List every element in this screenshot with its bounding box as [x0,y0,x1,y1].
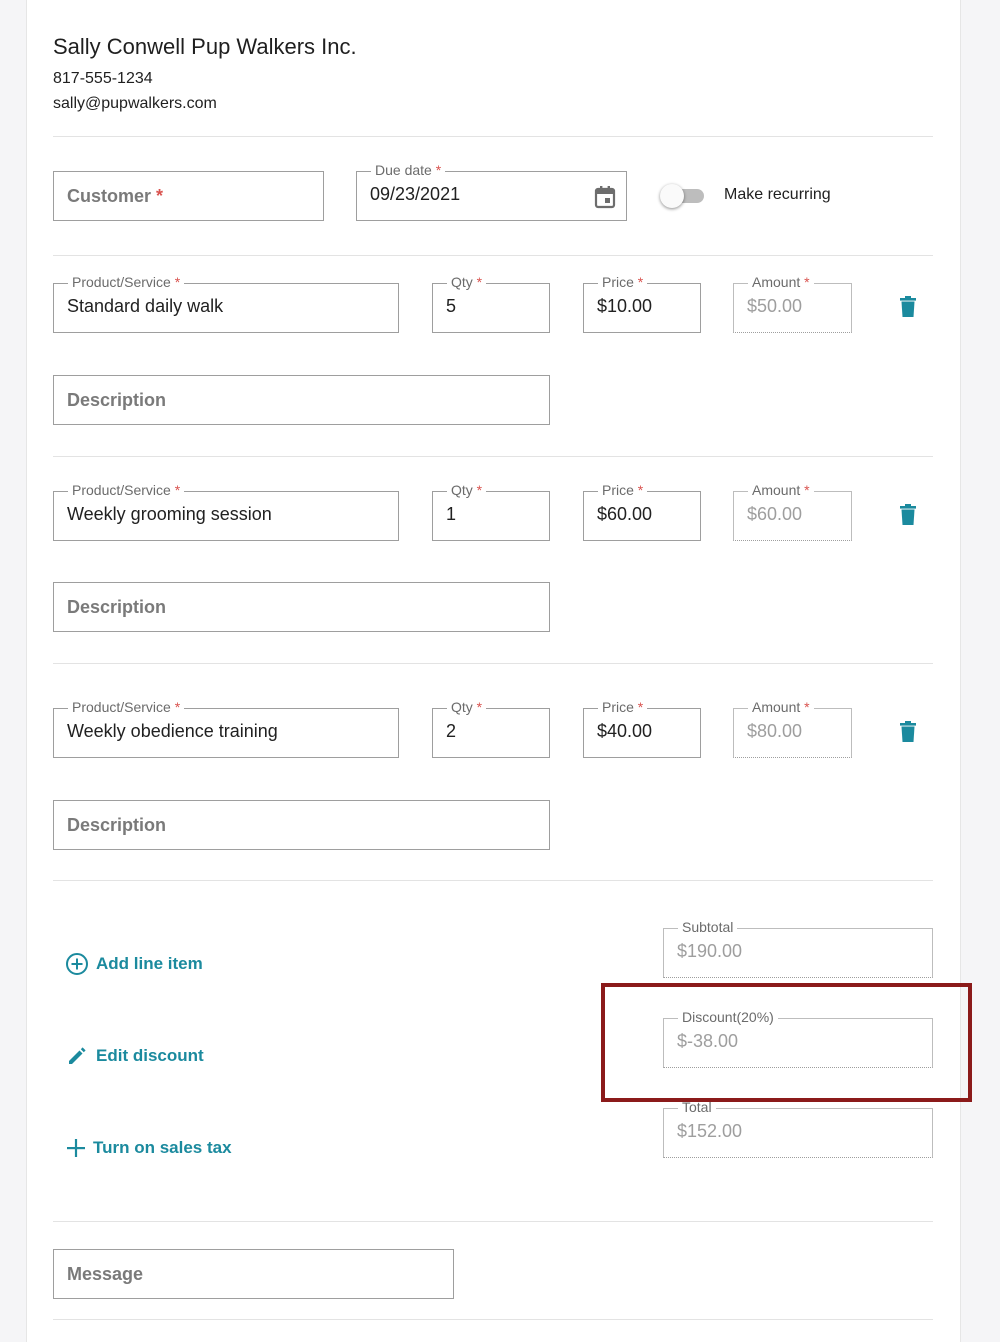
product-input[interactable]: Product/Service * Weekly grooming sessio… [53,482,399,541]
subtotal-value: $190.00 [677,941,743,961]
price-input[interactable]: Price * $40.00 [583,699,701,758]
recurring-toggle[interactable] [660,184,706,208]
calendar-icon[interactable] [594,185,616,209]
qty-value: 2 [446,721,457,741]
message-input[interactable]: Message [53,1249,454,1299]
divider [53,880,933,881]
product-value: Weekly obedience training [67,721,278,741]
total-value: $152.00 [677,1121,743,1141]
subtotal-label: Subtotal [678,919,738,935]
add-line-item-label: Add line item [96,954,203,973]
description-placeholder: Description [67,390,167,410]
recurring-label: Make recurring [724,186,831,203]
price-input[interactable]: Price * $10.00 [583,274,701,333]
product-value: Standard daily walk [67,296,224,316]
amount-field: Amount * $50.00 [733,274,852,333]
qty-input[interactable]: Qty * 5 [432,274,550,333]
add-circle-icon [66,953,88,975]
product-label: Product/Service * [68,482,185,498]
qty-label: Qty * [447,482,487,498]
price-value: $10.00 [597,296,653,316]
due-date-label: Due date * [371,162,446,178]
total-field: Total $152.00 [663,1099,933,1158]
price-value: $60.00 [597,504,653,524]
amount-field: Amount * $80.00 [733,699,852,758]
description-input[interactable]: Description [53,582,550,632]
qty-value: 1 [446,504,457,524]
qty-input[interactable]: Qty * 1 [432,482,550,541]
amount-value: $50.00 [747,296,803,316]
due-date-input[interactable]: Due date * 09/23/2021 [356,162,627,221]
trash-icon[interactable] [899,296,917,318]
description-placeholder: Description [67,815,167,835]
amount-label: Amount * [748,274,814,290]
amount-label: Amount * [748,482,814,498]
product-input[interactable]: Product/Service * Weekly obedience train… [53,699,399,758]
description-input[interactable]: Description [53,800,550,850]
price-label: Price * [598,274,648,290]
product-value: Weekly grooming session [67,504,272,524]
product-label: Product/Service * [68,274,185,290]
price-input[interactable]: Price * $60.00 [583,482,701,541]
due-date-value: 09/23/2021 [370,184,461,204]
amount-field: Amount * $60.00 [733,482,852,541]
business-email: sally@pupwalkers.com [53,95,217,112]
trash-icon[interactable] [899,721,917,743]
discount-highlight-box [601,983,972,1102]
divider [53,1221,933,1222]
divider [53,663,933,664]
edit-discount-label: Edit discount [96,1046,204,1065]
description-placeholder: Description [67,597,167,617]
price-label: Price * [598,699,648,715]
description-input[interactable]: Description [53,375,550,425]
business-phone: 817-555-1234 [53,70,153,87]
customer-placeholder: Customer * [67,186,164,206]
qty-label: Qty * [447,699,487,715]
message-placeholder: Message [67,1264,144,1284]
divider [53,136,933,137]
customer-input[interactable]: Customer * [53,171,324,221]
price-value: $40.00 [597,721,653,741]
divider [53,1319,933,1320]
business-name: Sally Conwell Pup Walkers Inc. [53,34,357,59]
subtotal-field: Subtotal $190.00 [663,919,933,978]
product-label: Product/Service * [68,699,185,715]
amount-value: $60.00 [747,504,803,524]
qty-value: 5 [446,296,457,316]
divider [53,456,933,457]
product-input[interactable]: Product/Service * Standard daily walk [53,274,399,333]
qty-label: Qty * [447,274,487,290]
price-label: Price * [598,482,648,498]
sales-tax-label: Turn on sales tax [93,1138,232,1157]
amount-label: Amount * [748,699,814,715]
divider [53,255,933,256]
pencil-icon [69,1047,86,1064]
plus-icon [67,1139,85,1157]
toggle-knob [660,184,684,208]
qty-input[interactable]: Qty * 2 [432,699,550,758]
amount-value: $80.00 [747,721,803,741]
trash-icon[interactable] [899,504,917,526]
